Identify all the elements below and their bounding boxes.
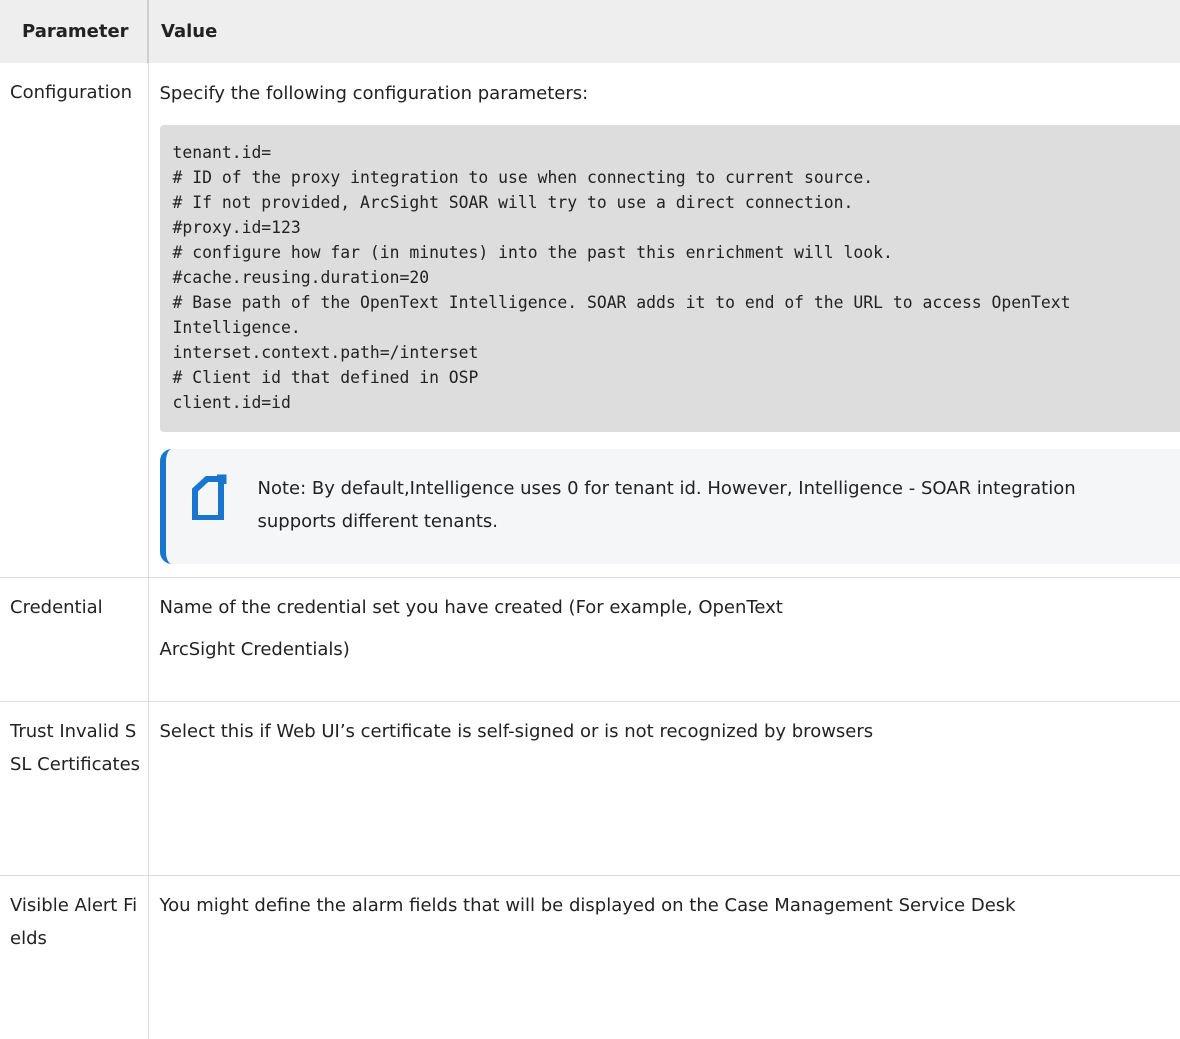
table-row-configuration: Configuration Specify the following conf… <box>0 63 1180 578</box>
code-line: # Client id that defined in OSP <box>173 365 1180 390</box>
credential-value-line: ArcSight Credentials) <box>160 633 1180 666</box>
table-row-trust-ssl: Trust Invalid SSL Certificates Select th… <box>0 702 1180 876</box>
parameter-trust-ssl: Trust Invalid SSL Certificates <box>0 702 148 876</box>
code-line: #proxy.id=123 <box>173 215 1180 240</box>
code-line: # Base path of the OpenText Intelligence… <box>173 290 1180 340</box>
value-configuration: Specify the following configuration para… <box>148 63 1180 578</box>
header-parameter: Parameter <box>0 0 148 63</box>
value-credential: Name of the credential set you have crea… <box>148 578 1180 702</box>
table-header-row: Parameter Value <box>0 0 1180 63</box>
value-trust-ssl: Select this if Web UI’s certificate is s… <box>148 702 1180 876</box>
code-line: client.id=id <box>173 390 1180 415</box>
configuration-code-block[interactable]: tenant.id= # ID of the proxy integration… <box>160 125 1180 432</box>
parameter-credential: Credential <box>0 578 148 702</box>
credential-value-line: Name of the credential set you have crea… <box>160 591 1180 624</box>
parameter-visible-alert-fields: Visible Alert Fields <box>0 876 148 1039</box>
parameter-configuration: Configuration <box>0 63 148 578</box>
code-line: # ID of the proxy integration to use whe… <box>173 165 1180 190</box>
note-text: Note: By default,Intelligence uses 0 for… <box>258 472 1098 538</box>
code-line: # If not provided, ArcSight SOAR will tr… <box>173 190 1180 215</box>
table-row-visible-alert-fields: Visible Alert Fields You might define th… <box>0 876 1180 1039</box>
parameters-table: Parameter Value Configuration Specify th… <box>0 0 1180 1039</box>
code-line: #cache.reusing.duration=20 <box>173 265 1180 290</box>
code-line: interset.context.path=/interset <box>173 340 1180 365</box>
note-icon <box>190 474 230 520</box>
value-visible-alert-fields: You might define the alarm fields that w… <box>148 876 1180 1039</box>
configuration-intro: Specify the following configuration para… <box>160 76 1180 110</box>
note-callout: Note: By default,Intelligence uses 0 for… <box>160 449 1180 564</box>
code-line: tenant.id= <box>173 140 1180 165</box>
table-row-credential: Credential Name of the credential set yo… <box>0 578 1180 702</box>
header-value: Value <box>148 0 1180 63</box>
code-line: # configure how far (in minutes) into th… <box>173 240 1180 265</box>
